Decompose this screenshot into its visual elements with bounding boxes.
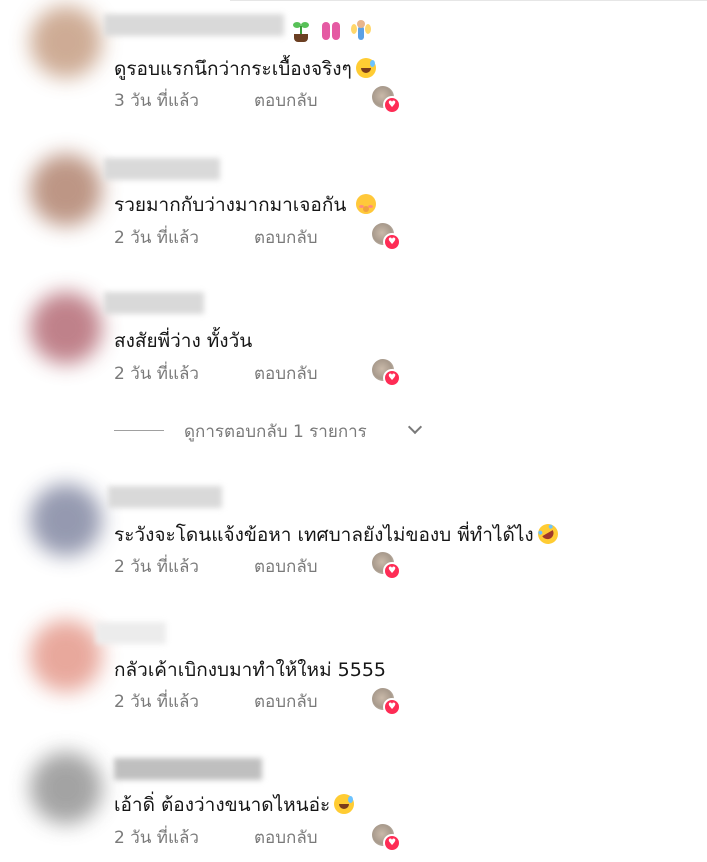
creator-liked-badge: ♥ xyxy=(372,223,401,251)
commenter-name-blurred[interactable] xyxy=(104,158,220,180)
comment-text: เอ้าดิ่ ต้องว่างขนาดไหนอ่ะ xyxy=(114,790,355,820)
commenter-avatar[interactable] xyxy=(30,154,102,226)
creator-liked-badge: ♥ xyxy=(372,824,401,852)
creator-liked-badge: ♥ xyxy=(372,359,401,387)
commenter-avatar[interactable] xyxy=(30,484,102,556)
comments-panel: ดูรอบแรกนึกว่ากระเบื้องจริงๆ 3 วัน ที่แล… xyxy=(0,0,707,862)
comment-time: 2 วัน ที่แล้ว xyxy=(114,828,199,848)
replies-divider-line xyxy=(114,430,164,431)
commenter-avatar[interactable] xyxy=(30,292,102,364)
comment-item: กลัวเค้าเบิกงบมาทำให้ใหม่ 5555 2 วัน ที่… xyxy=(0,606,707,726)
comment-meta: 2 วัน ที่แล้ว ตอบกลับ xyxy=(114,360,318,387)
reply-button[interactable]: ตอบกลับ xyxy=(254,87,318,114)
grinning-sweat-emoji xyxy=(334,794,355,814)
creator-liked-badge: ♥ xyxy=(372,86,401,114)
comment-meta: 2 วัน ที่แล้ว ตอบกลับ xyxy=(114,688,318,715)
comment-text: กลัวเค้าเบิกงบมาทำให้ใหม่ 5555 xyxy=(114,655,386,685)
heart-icon: ♥ xyxy=(383,562,401,580)
fairy-icon xyxy=(350,20,372,42)
heart-icon: ♥ xyxy=(383,369,401,387)
comment-item: ระวังจะโดนแจ้งข้อหา เทศบาลยังไม่ของบ พี่… xyxy=(0,470,707,590)
reply-button[interactable]: ตอบกลับ xyxy=(254,224,318,251)
shushing-face-emoji xyxy=(356,194,377,214)
commenter-name-blurred[interactable] xyxy=(108,486,222,508)
grinning-sweat-emoji xyxy=(355,58,376,78)
comment-text: ดูรอบแรกนึกว่ากระเบื้องจริงๆ xyxy=(114,54,376,84)
seedling-icon xyxy=(290,20,312,42)
reply-button[interactable]: ตอบกลับ xyxy=(254,688,318,715)
comment-item: เอ้าดิ่ ต้องว่างขนาดไหนอ่ะ 2 วัน ที่แล้ว… xyxy=(0,742,707,862)
heart-icon: ♥ xyxy=(383,96,401,114)
comment-item: ดูรอบแรกนึกว่ากระเบื้องจริงๆ 3 วัน ที่แล… xyxy=(0,0,707,120)
rolling-laughing-emoji xyxy=(534,520,562,548)
comment-text: ระวังจะโดนแจ้งข้อหา เทศบาลยังไม่ของบ พี่… xyxy=(114,520,562,550)
comment-meta: 2 วัน ที่แล้ว ตอบกลับ xyxy=(114,553,318,580)
commenter-avatar[interactable] xyxy=(30,6,102,78)
comment-body: รวยมากกับว่างมากมาเจอกัน xyxy=(114,194,347,216)
comment-text: สงสัยพี่ว่าง ทั้งวัน xyxy=(114,326,252,356)
commenter-avatar[interactable] xyxy=(30,752,102,824)
comment-body: ดูรอบแรกนึกว่ากระเบื้องจริงๆ xyxy=(114,58,352,80)
slippers-icon xyxy=(320,20,342,42)
comment-meta: 2 วัน ที่แล้ว ตอบกลับ xyxy=(114,224,318,251)
comment-meta: 2 วัน ที่แล้ว ตอบกลับ xyxy=(114,824,318,851)
comment-meta: 3 วัน ที่แล้ว ตอบกลับ xyxy=(114,87,318,114)
comment-time: 2 วัน ที่แล้ว xyxy=(114,557,199,577)
reply-button[interactable]: ตอบกลับ xyxy=(254,824,318,851)
comment-item: รวยมากกับว่างมากมาเจอกัน 2 วัน ที่แล้ว ต… xyxy=(0,140,707,260)
view-replies-button[interactable]: ดูการตอบกลับ 1 รายการ xyxy=(114,418,444,444)
chevron-down-icon xyxy=(407,419,423,435)
commenter-name-blurred[interactable] xyxy=(104,14,284,36)
commenter-name-blurred[interactable] xyxy=(114,758,262,780)
comment-text: รวยมากกับว่างมากมาเจอกัน xyxy=(114,190,377,220)
comment-time: 3 วัน ที่แล้ว xyxy=(114,91,199,111)
reply-button[interactable]: ตอบกลับ xyxy=(254,360,318,387)
commenter-name-blurred[interactable] xyxy=(96,622,166,644)
name-emoji-row xyxy=(290,20,380,44)
creator-liked-badge: ♥ xyxy=(372,688,401,716)
comment-time: 2 วัน ที่แล้ว xyxy=(114,228,199,248)
comment-time: 2 วัน ที่แล้ว xyxy=(114,692,199,712)
comment-time: 2 วัน ที่แล้ว xyxy=(114,364,199,384)
comment-body: สงสัยพี่ว่าง ทั้งวัน xyxy=(114,330,253,352)
heart-icon: ♥ xyxy=(383,834,401,852)
commenter-name-blurred[interactable] xyxy=(104,292,204,314)
commenter-avatar[interactable] xyxy=(30,620,102,692)
reply-button[interactable]: ตอบกลับ xyxy=(254,553,318,580)
comment-item: สงสัยพี่ว่าง ทั้งวัน 2 วัน ที่แล้ว ตอบกล… xyxy=(0,276,707,396)
heart-icon: ♥ xyxy=(383,698,401,716)
heart-icon: ♥ xyxy=(383,233,401,251)
comment-body: ระวังจะโดนแจ้งข้อหา เทศบาลยังไม่ของบ พี่… xyxy=(114,524,534,546)
comment-body: เอ้าดิ่ ต้องว่างขนาดไหนอ่ะ xyxy=(114,794,331,816)
view-replies-label: ดูการตอบกลับ 1 รายการ xyxy=(184,422,367,442)
comment-body: กลัวเค้าเบิกงบมาทำให้ใหม่ 5555 xyxy=(114,659,386,681)
creator-liked-badge: ♥ xyxy=(372,552,401,580)
